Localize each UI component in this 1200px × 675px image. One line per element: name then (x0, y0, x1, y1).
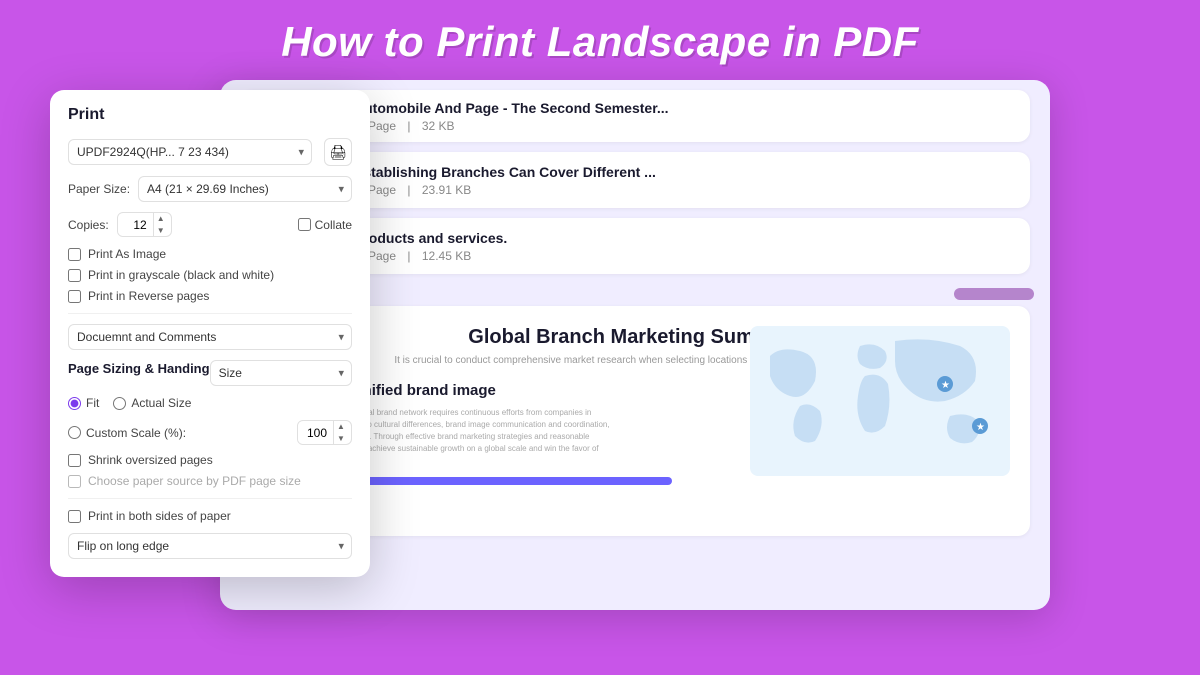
checkbox-grayscale[interactable] (68, 269, 81, 282)
shrink-row: Shrink oversized pages (68, 453, 352, 467)
flip-row: Flip on long edge Flip on short edge (68, 533, 352, 559)
both-sides-row: Print in both sides of paper (68, 509, 352, 523)
actual-size-text: Actual Size (131, 396, 191, 410)
custom-scale-text: Custom Scale (%): (86, 426, 186, 440)
doc-info-2: Products and services. 3 Page | 12.45 KB (354, 230, 1014, 263)
fit-radio[interactable] (68, 397, 81, 410)
printer-row: UPDF2924Q(HP... 7 23 434) 🖨 (68, 138, 352, 166)
doc-info-partial: Automobile And Page - The Second Semeste… (354, 100, 1014, 133)
paper-size-row: Paper Size: A4 (21 × 29.69 Inches) (68, 176, 352, 202)
doc-title-2: Products and services. (354, 230, 1014, 246)
checkbox-row-grayscale: Print in grayscale (black and white) (68, 268, 352, 282)
scale-up-arrow[interactable]: ▲ (334, 421, 348, 433)
checkbox-print-as-image[interactable] (68, 248, 81, 261)
actual-size-radio-label[interactable]: Actual Size (113, 396, 191, 410)
printer-icon: 🖨 (329, 144, 347, 161)
page-sizing-row: Page Sizing & Handing Size (68, 360, 352, 386)
collate-text: Collate (315, 218, 352, 232)
doc-comments-select-wrapper[interactable]: Docuemnt and Comments (68, 324, 352, 350)
doc-comments-select[interactable]: Docuemnt and Comments (68, 324, 352, 350)
actual-size-radio[interactable] (113, 397, 126, 410)
page-sizing-select[interactable]: Size (210, 360, 352, 386)
collate-label[interactable]: Collate (298, 218, 352, 232)
fit-radio-label[interactable]: Fit (68, 396, 99, 410)
doc-meta-partial: 4 Page | 32 KB (354, 119, 1014, 133)
flip-select[interactable]: Flip on long edge Flip on short edge (68, 533, 352, 559)
scale-input[interactable] (298, 422, 333, 444)
doc-comments-row: Docuemnt and Comments (68, 324, 352, 350)
divider-1 (68, 313, 352, 314)
scale-arrows: ▲ ▼ (333, 421, 348, 444)
print-dialog: Print UPDF2924Q(HP... 7 23 434) 🖨 Paper … (50, 90, 370, 577)
page-sizing-select-wrapper[interactable]: Size (210, 360, 352, 386)
paper-size-select-wrapper[interactable]: A4 (21 × 29.69 Inches) (138, 176, 352, 202)
printer-select-wrapper[interactable]: UPDF2924Q(HP... 7 23 434) (68, 139, 312, 165)
copies-down-arrow[interactable]: ▼ (154, 225, 168, 237)
checkbox-label-grayscale: Print in grayscale (black and white) (88, 268, 274, 282)
checkbox-row-image: Print As Image (68, 247, 352, 261)
checkbox-reverse[interactable] (68, 290, 81, 303)
collate-checkbox[interactable] (298, 218, 311, 231)
fit-radio-group: Fit Actual Size (68, 396, 352, 410)
printer-select[interactable]: UPDF2924Q(HP... 7 23 434) (68, 139, 312, 165)
copies-input-wrapper[interactable]: ▲ ▼ (117, 212, 172, 237)
doc-title-partial: Automobile And Page - The Second Semeste… (354, 100, 1014, 116)
checkbox-label-reverse: Print in Reverse pages (88, 289, 209, 303)
copies-row: Copies: ▲ ▼ Collate (68, 212, 352, 237)
scale-down-arrow[interactable]: ▼ (334, 433, 348, 445)
dialog-title: Print (68, 106, 352, 124)
checkbox-shrink[interactable] (68, 454, 81, 467)
fit-text: Fit (86, 396, 99, 410)
custom-scale-radio[interactable] (68, 426, 81, 439)
checkbox-label-source: Choose paper source by PDF page size (88, 474, 301, 488)
custom-scale-row: Custom Scale (%): ▲ ▼ (68, 420, 352, 445)
doc-title-1: Establishing Branches Can Cover Differen… (354, 164, 1014, 180)
copies-up-arrow[interactable]: ▲ (154, 213, 168, 225)
checkbox-label-image: Print As Image (88, 247, 166, 261)
printer-icon-button[interactable]: 🖨 (324, 138, 352, 166)
copies-label: Copies: (68, 218, 109, 232)
checkbox-label-shrink: Shrink oversized pages (88, 453, 213, 467)
main-container: Automobile And Page - The Second Semeste… (0, 80, 1200, 670)
paper-source-row: Choose paper source by PDF page size (68, 474, 352, 488)
paper-size-select[interactable]: A4 (21 × 29.69 Inches) (138, 176, 352, 202)
flip-select-wrapper[interactable]: Flip on long edge Flip on short edge (68, 533, 352, 559)
scale-input-wrapper[interactable]: ▲ ▼ (297, 420, 352, 445)
doc-meta-2: 3 Page | 12.45 KB (354, 249, 1014, 263)
paper-size-label: Paper Size: (68, 182, 130, 196)
page-title: How to Print Landscape in PDF (0, 0, 1200, 80)
svg-text:★: ★ (941, 380, 950, 391)
doc-meta-1: 2 Page | 23.91 KB (354, 183, 1014, 197)
checkbox-paper-source[interactable] (68, 475, 81, 488)
doc-info-1: Establishing Branches Can Cover Differen… (354, 164, 1014, 197)
svg-text:★: ★ (976, 422, 985, 433)
scroll-bar[interactable] (954, 288, 1034, 300)
checkbox-both-sides[interactable] (68, 510, 81, 523)
copies-input[interactable] (118, 214, 153, 236)
custom-scale-radio-label[interactable]: Custom Scale (%): (68, 426, 186, 440)
divider-2 (68, 498, 352, 499)
copies-arrows: ▲ ▼ (153, 213, 168, 236)
page-sizing-label: Page Sizing & Handing (68, 361, 210, 376)
checkbox-row-reverse: Print in Reverse pages (68, 289, 352, 303)
checkbox-label-sides: Print in both sides of paper (88, 509, 231, 523)
